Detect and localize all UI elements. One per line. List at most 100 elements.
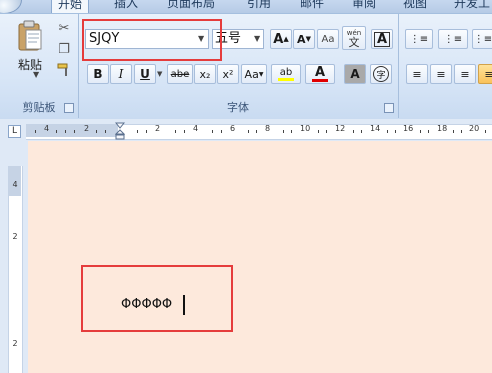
- ruler-tick: [212, 130, 213, 133]
- ruler-tick: [105, 130, 106, 133]
- copy-icon[interactable]: ❐: [56, 41, 72, 57]
- vertical-ruler-mark: 4: [12, 180, 18, 189]
- ruler-mark: 6: [230, 124, 236, 133]
- justify-button[interactable]: ≡: [478, 64, 492, 84]
- ruler-tick: [353, 130, 354, 133]
- tab-review[interactable]: 审阅: [352, 0, 376, 12]
- ruler-mark: 2: [155, 124, 161, 133]
- align-right-icon: ≡: [460, 67, 470, 81]
- shrink-font-label: A: [297, 32, 306, 46]
- change-case-dropdown-icon: ▼: [258, 70, 264, 78]
- bold-button[interactable]: B: [87, 64, 109, 84]
- superscript-button[interactable]: x²: [217, 64, 239, 84]
- ruler-mark: 10: [300, 124, 311, 133]
- highlight-color-bar: [278, 77, 294, 81]
- clear-format-button[interactable]: Aa: [317, 29, 339, 49]
- ruler-tick: [361, 130, 362, 133]
- ruler-tick: [96, 130, 97, 133]
- ruler-tick: [428, 130, 429, 133]
- tab-insert[interactable]: 插入: [114, 0, 138, 12]
- numbering-button[interactable]: ⋮≡: [438, 29, 468, 49]
- ruler-mark: 12: [335, 124, 346, 133]
- tab-home[interactable]: 开始: [51, 0, 90, 13]
- bullets-button[interactable]: ⋮≡: [405, 29, 433, 49]
- paste-dropdown-icon[interactable]: ▼: [33, 70, 39, 79]
- highlight-label: ab: [279, 66, 293, 78]
- character-border-button[interactable]: A: [371, 29, 393, 49]
- enclose-characters-button[interactable]: 字: [370, 64, 392, 84]
- document-text-highlight-box: [81, 265, 233, 332]
- vertical-ruler-mark: 2: [12, 339, 18, 348]
- phonetic-guide-button[interactable]: wén 文: [342, 26, 366, 50]
- ruler-tick: [56, 130, 57, 133]
- italic-button[interactable]: I: [110, 64, 132, 84]
- clipboard-dialog-launcher[interactable]: [64, 103, 74, 113]
- tab-developer[interactable]: 开发工: [454, 0, 490, 12]
- underline-dropdown-icon[interactable]: ▼: [157, 70, 162, 78]
- font-color-bar: [312, 78, 328, 82]
- text-highlight-button[interactable]: ab: [271, 64, 301, 84]
- underline-label: U: [140, 67, 150, 81]
- ruler-mark: 8: [265, 124, 271, 133]
- tab-view[interactable]: 视图: [403, 0, 427, 12]
- multilevel-list-icon: ⋮≡: [473, 33, 492, 45]
- italic-label: I: [118, 67, 124, 81]
- ruler-tick: [146, 130, 147, 133]
- ruler-mark: 18: [437, 124, 448, 133]
- justify-icon: ≡: [484, 67, 492, 81]
- grow-arrow-icon: ▲: [283, 35, 289, 43]
- tab-selector-button[interactable]: L: [8, 125, 21, 138]
- subscript-label: x₂: [199, 67, 211, 81]
- paste-icon[interactable]: [17, 20, 43, 52]
- subscript-button[interactable]: x₂: [194, 64, 216, 84]
- underline-button[interactable]: U: [134, 64, 156, 84]
- numbering-icon: ⋮≡: [443, 33, 463, 45]
- bullets-icon: ⋮≡: [409, 33, 429, 45]
- ruler-tick: [248, 130, 249, 133]
- font-size-dropdown-icon[interactable]: ▼: [254, 34, 260, 43]
- font-color-button[interactable]: A: [305, 64, 335, 84]
- strikethrough-button[interactable]: abe: [167, 64, 193, 84]
- clear-format-label: Aa: [321, 33, 335, 45]
- enclose-characters-label: 字: [373, 66, 389, 82]
- ruler-tick: [453, 130, 454, 133]
- ruler-mark: 20: [469, 124, 480, 133]
- ruler-tick: [485, 130, 486, 133]
- tab-page-layout[interactable]: 页面布局: [167, 0, 215, 12]
- ruler-mark: 4: [193, 124, 199, 133]
- change-case-label: Aa: [244, 67, 259, 81]
- ruler-mark: 4: [44, 124, 50, 133]
- strikethrough-label: abe: [170, 68, 190, 80]
- shrink-font-button[interactable]: A ▼: [293, 29, 315, 49]
- change-case-button[interactable]: Aa ▼: [241, 64, 267, 84]
- grow-font-label: A: [273, 31, 284, 47]
- tab-mailings[interactable]: 邮件: [300, 0, 324, 12]
- cut-icon[interactable]: ✂: [56, 20, 72, 36]
- ruler-mark: 14: [370, 124, 381, 133]
- align-center-button[interactable]: ≡: [430, 64, 452, 84]
- ruler-tick: [395, 130, 396, 133]
- indent-marker-icon[interactable]: [114, 122, 126, 140]
- grow-font-button[interactable]: A ▲: [270, 29, 292, 49]
- ruler-tick: [256, 130, 257, 133]
- ruler-tick: [318, 130, 319, 133]
- align-right-button[interactable]: ≡: [454, 64, 476, 84]
- ruler-tick: [35, 130, 36, 133]
- ruler-mark: 16: [403, 124, 414, 133]
- tab-references[interactable]: 引用: [247, 0, 271, 12]
- character-shading-button[interactable]: A: [344, 64, 366, 84]
- document-page[interactable]: [28, 141, 492, 373]
- align-left-button[interactable]: ≡: [406, 64, 428, 84]
- ruler-tick: [137, 130, 138, 133]
- ruler-mark: 2: [84, 124, 90, 133]
- multilevel-list-button[interactable]: ⋮≡: [472, 29, 492, 49]
- format-painter-icon[interactable]: [56, 62, 72, 78]
- ruler-tick: [291, 130, 292, 133]
- align-left-icon: ≡: [412, 67, 422, 81]
- font-group-label: 字体: [227, 101, 249, 114]
- character-border-label: A: [373, 31, 391, 47]
- font-name-highlight-box: [82, 19, 222, 61]
- ruler-tick: [175, 130, 176, 133]
- font-dialog-launcher[interactable]: [384, 103, 394, 113]
- phonetic-bottom-label: 文: [348, 36, 360, 49]
